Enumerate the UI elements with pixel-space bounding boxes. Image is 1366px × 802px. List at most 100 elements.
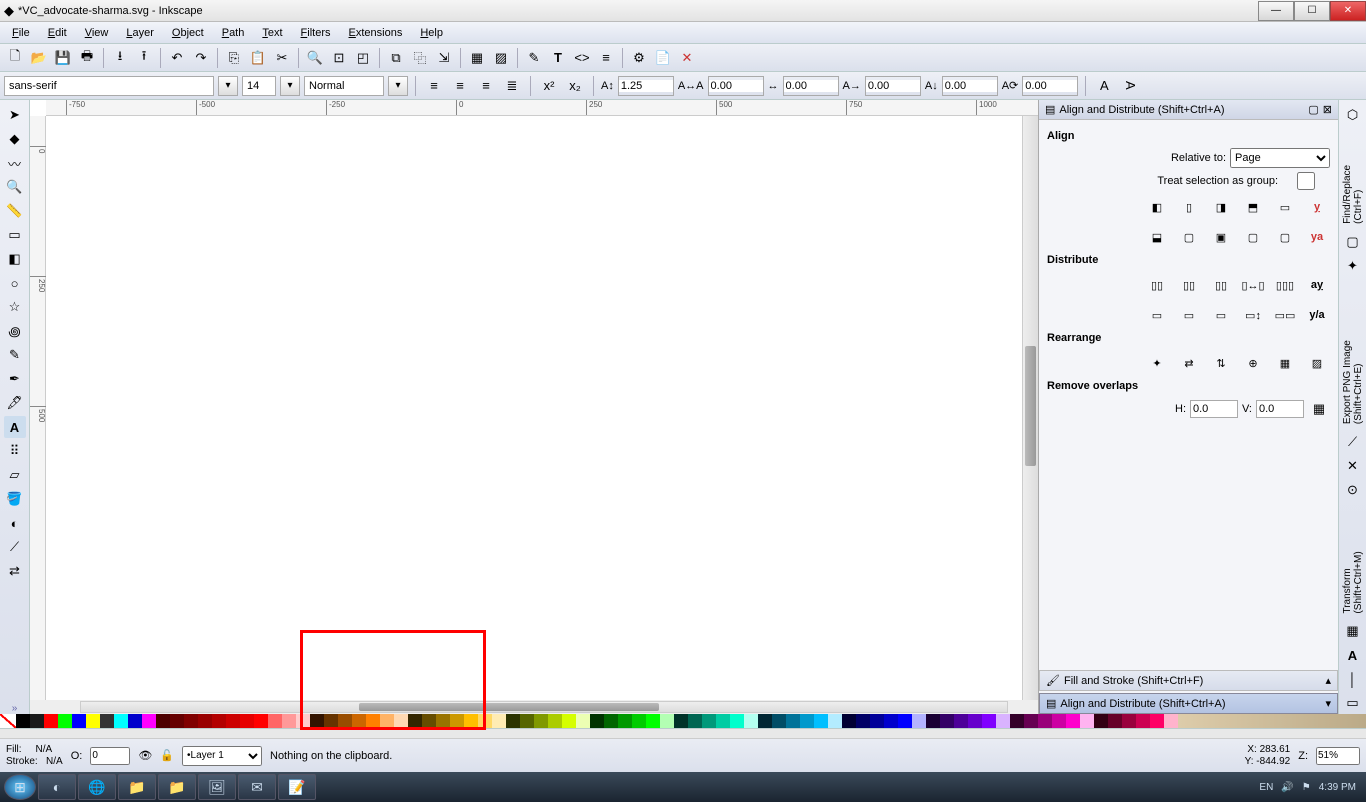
print-button[interactable]: 🖶 <box>76 47 98 69</box>
panel-close-button[interactable]: ⊠ <box>1323 103 1332 116</box>
color-swatch[interactable] <box>996 714 1010 728</box>
fillstroke-button[interactable]: ✎ <box>523 47 545 69</box>
align-left-edges[interactable]: ◧ <box>1144 194 1170 220</box>
gradient-tool[interactable]: ◐ <box>4 512 26 534</box>
relative-to-select[interactable]: Page <box>1230 148 1330 168</box>
color-swatch[interactable] <box>940 714 954 728</box>
dy-input[interactable] <box>943 80 997 92</box>
menu-filters[interactable]: Filters <box>293 25 339 41</box>
color-swatch[interactable] <box>562 714 576 728</box>
color-swatch[interactable] <box>856 714 870 728</box>
menu-path[interactable]: Path <box>214 25 253 41</box>
maximize-button[interactable]: ☐ <box>1294 1 1330 21</box>
color-swatch[interactable] <box>828 714 842 728</box>
color-swatch[interactable] <box>632 714 646 728</box>
color-swatch[interactable] <box>898 714 912 728</box>
color-swatch[interactable] <box>884 714 898 728</box>
dist-v-top[interactable]: ▭ <box>1144 302 1170 328</box>
color-swatch[interactable] <box>688 714 702 728</box>
calligraphy-tool[interactable]: 🖋 <box>4 392 26 414</box>
text-dialog-button[interactable]: T <box>547 47 569 69</box>
color-swatch[interactable] <box>968 714 982 728</box>
dist-v-bottom[interactable]: ▭ <box>1208 302 1234 328</box>
zoom-page-button[interactable]: ◰ <box>352 47 374 69</box>
color-swatch[interactable] <box>702 714 716 728</box>
horizontal-scrollbar[interactable] <box>80 701 1008 713</box>
align-top-page[interactable]: ▢ <box>1272 224 1298 250</box>
color-swatch[interactable] <box>58 714 72 728</box>
color-swatch[interactable] <box>380 714 394 728</box>
wordspacing-input[interactable] <box>784 80 838 92</box>
color-swatch[interactable] <box>142 714 156 728</box>
group-button[interactable]: ▦ <box>466 47 488 69</box>
align-button[interactable]: ≡ <box>595 47 617 69</box>
color-swatch[interactable] <box>324 714 338 728</box>
color-swatch[interactable] <box>268 714 282 728</box>
minimize-button[interactable]: — <box>1258 1 1294 21</box>
copy-button[interactable]: ⎘ <box>223 47 245 69</box>
start-button[interactable]: ⊞ <box>4 774 36 800</box>
task-app-2[interactable]: 🌐 <box>78 774 116 800</box>
tray-flag-icon[interactable]: ⚑ <box>1302 782 1311 793</box>
color-swatch[interactable] <box>982 714 996 728</box>
color-swatch[interactable] <box>772 714 786 728</box>
align-center-button[interactable]: ≡ <box>449 75 471 97</box>
dist-text-h[interactable]: aỵ <box>1304 272 1330 298</box>
exchange-center[interactable]: ⊕ <box>1240 350 1266 376</box>
task-app-5[interactable]: 🖼 <box>198 774 236 800</box>
exchange-pos[interactable]: ⇄ <box>1176 350 1202 376</box>
color-swatch[interactable] <box>716 714 730 728</box>
color-swatch[interactable] <box>30 714 44 728</box>
color-swatch[interactable] <box>394 714 408 728</box>
align-justify-button[interactable]: ≣ <box>501 75 523 97</box>
align-left-button[interactable]: ≡ <box>423 75 445 97</box>
color-swatch[interactable] <box>1066 714 1080 728</box>
color-swatch[interactable] <box>870 714 884 728</box>
text-vertical-button[interactable]: A <box>1119 75 1141 97</box>
unlink-button[interactable]: ⇲ <box>433 47 455 69</box>
color-swatch[interactable] <box>1164 714 1178 728</box>
snap-bbox[interactable]: ▢ <box>1342 231 1364 252</box>
color-swatch[interactable] <box>786 714 800 728</box>
menu-extensions[interactable]: Extensions <box>341 25 411 41</box>
dropper-tool[interactable]: ⟋ <box>4 536 26 558</box>
align-center-horiz[interactable]: ▭ <box>1272 194 1298 220</box>
dist-v-center[interactable]: ▭ <box>1176 302 1202 328</box>
paste-button[interactable]: 📋 <box>247 47 269 69</box>
snap-center[interactable]: ⊙ <box>1342 480 1364 501</box>
color-swatch[interactable] <box>450 714 464 728</box>
color-swatch[interactable] <box>464 714 478 728</box>
redo-button[interactable]: ↷ <box>190 47 212 69</box>
tray-net-icon[interactable]: 🔊 <box>1281 782 1293 793</box>
text-horizontal-button[interactable]: A <box>1093 75 1115 97</box>
remove-overlaps-button[interactable]: ▦ <box>1308 398 1330 420</box>
color-swatch[interactable] <box>926 714 940 728</box>
color-swatch[interactable] <box>1038 714 1052 728</box>
color-swatch[interactable] <box>184 714 198 728</box>
close-button[interactable]: ✕ <box>1330 1 1366 21</box>
docprefs-button[interactable]: 📄 <box>652 47 674 69</box>
color-swatch[interactable] <box>86 714 100 728</box>
toolbox-more[interactable]: » <box>12 703 18 714</box>
panel-minimize-button[interactable]: ▢ <box>1308 103 1318 116</box>
color-swatch[interactable] <box>1122 714 1136 728</box>
color-swatch[interactable] <box>1150 714 1164 728</box>
color-swatch[interactable] <box>1094 714 1108 728</box>
task-app-6[interactable]: ✉ <box>238 774 276 800</box>
zoom-tool[interactable]: 🔍 <box>4 176 26 198</box>
snap-text-icon[interactable]: A <box>1342 645 1364 666</box>
color-swatch[interactable] <box>282 714 296 728</box>
menu-edit[interactable]: Edit <box>40 25 75 41</box>
color-swatch[interactable] <box>604 714 618 728</box>
color-swatch[interactable] <box>16 714 30 728</box>
connector-tool[interactable]: ⇄ <box>4 560 26 582</box>
lineheight-input[interactable] <box>619 80 673 92</box>
graph-layout[interactable]: ✦ <box>1144 350 1170 376</box>
eraser-tool[interactable]: ▱ <box>4 464 26 486</box>
color-swatch[interactable] <box>1024 714 1038 728</box>
color-swatch[interactable] <box>436 714 450 728</box>
color-swatch[interactable] <box>534 714 548 728</box>
color-swatch[interactable] <box>590 714 604 728</box>
vertical-scrollbar[interactable] <box>1022 116 1038 700</box>
color-swatch[interactable] <box>618 714 632 728</box>
